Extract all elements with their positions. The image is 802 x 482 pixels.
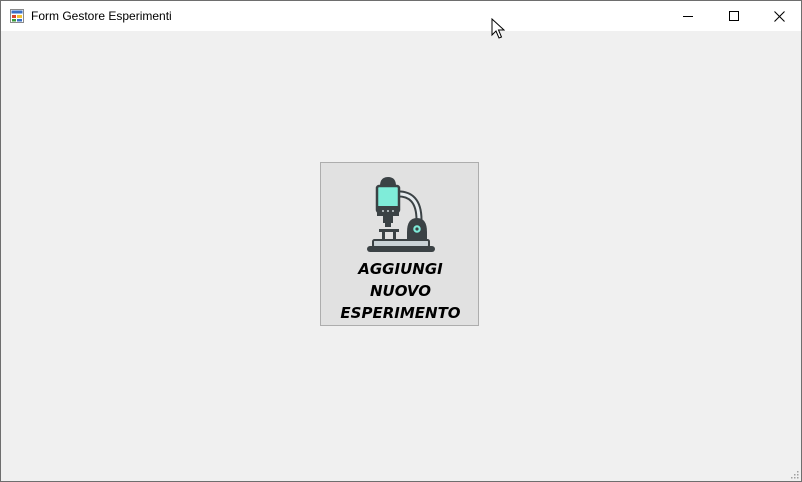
close-button[interactable] — [756, 1, 801, 31]
add-new-experiment-button[interactable]: AGGIUNGI NUOVO ESPERIMENTO — [320, 162, 479, 326]
close-icon — [773, 10, 785, 22]
mouse-cursor-icon — [491, 18, 505, 39]
app-icon — [10, 9, 24, 23]
minimize-button[interactable] — [665, 1, 711, 31]
minimize-icon — [683, 16, 693, 17]
label-line: NUOVO — [369, 282, 432, 300]
window-title: Form Gestore Esperimenti — [31, 9, 172, 23]
maximize-icon — [729, 11, 739, 21]
add-experiment-label: AGGIUNGI NUOVO ESPERIMENTO — [321, 258, 480, 324]
form-client-area: AGGIUNGI NUOVO ESPERIMENTO — [1, 31, 801, 481]
maximize-button[interactable] — [711, 1, 757, 31]
microscope-icon — [367, 177, 435, 252]
app-window: Form Gestore Esperimenti AGGIUNGI NUOVO … — [0, 0, 802, 482]
label-line: ESPERIMENTO — [340, 304, 461, 322]
label-line: AGGIUNGI — [358, 260, 443, 278]
resize-grip-icon[interactable] — [789, 469, 799, 479]
title-bar[interactable]: Form Gestore Esperimenti — [1, 1, 801, 31]
